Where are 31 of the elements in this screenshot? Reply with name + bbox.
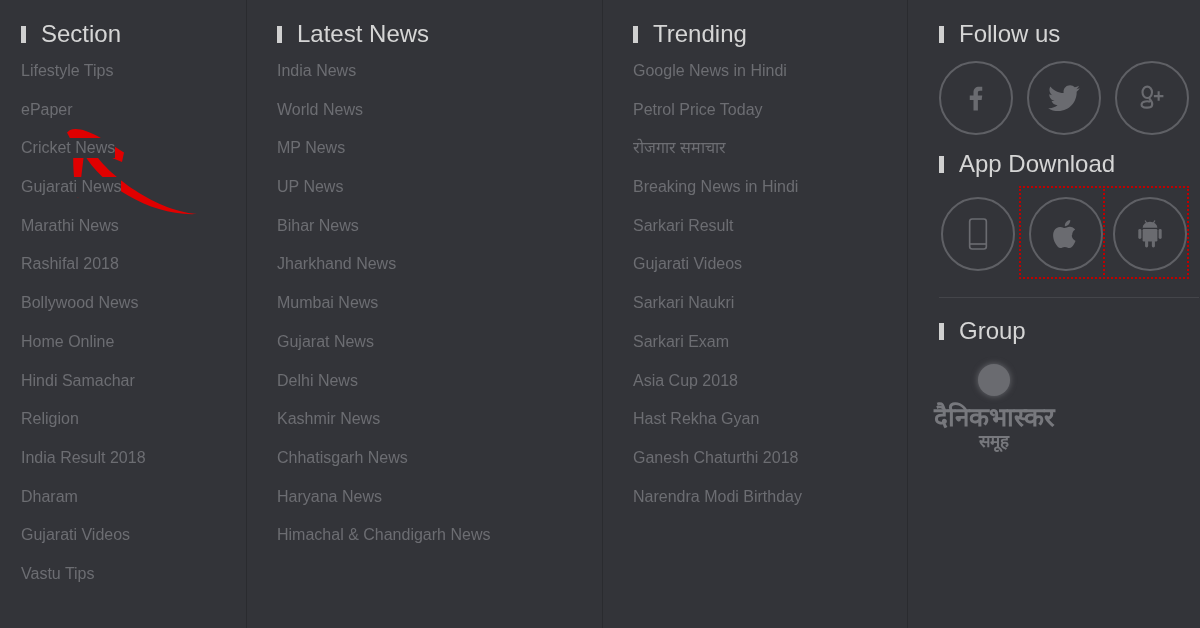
section-heading: Group [959,317,1026,345]
android-icon[interactable] [1113,197,1187,271]
section-heading: Section [41,20,122,48]
phone-icon[interactable] [941,197,1015,271]
footer-link[interactable]: Gujarati Videos [633,254,743,275]
footer-link[interactable]: Lifestyle Tips [21,61,114,81]
section-heading: Follow us [959,20,1061,48]
heading-marker [939,25,944,43]
section-heading: Trending [653,20,747,48]
google-plus-icon[interactable] [1115,61,1189,135]
section-heading: Latest News [297,20,430,48]
footer-link[interactable]: Himachal & Chandigarh News [277,525,491,546]
heading-marker [277,25,282,43]
footer-link[interactable]: Gujarati Videos [21,525,131,546]
logo-subtext: समूह [979,432,1009,452]
footer-link[interactable]: Hast Rekha Gyan [633,409,760,430]
footer-link[interactable]: Religion [21,409,79,430]
section-heading: App Download [959,150,1116,178]
sun-icon [978,364,1010,396]
heading-marker [633,25,638,43]
footer-link[interactable]: Cricket News [21,138,116,159]
footer-link[interactable]: Bollywood News [21,293,139,314]
apple-icon[interactable] [1029,197,1103,271]
footer-link[interactable]: Gujarati News [21,177,122,198]
logo-text: दैनिकभास्कर [933,402,1055,432]
heading-marker [21,25,26,43]
heading-marker [939,322,944,340]
facebook-icon[interactable] [939,61,1013,135]
footer-link[interactable]: Breaking News in Hindi [633,177,799,198]
bird-icon[interactable] [1027,61,1101,135]
heading-marker [939,155,944,173]
